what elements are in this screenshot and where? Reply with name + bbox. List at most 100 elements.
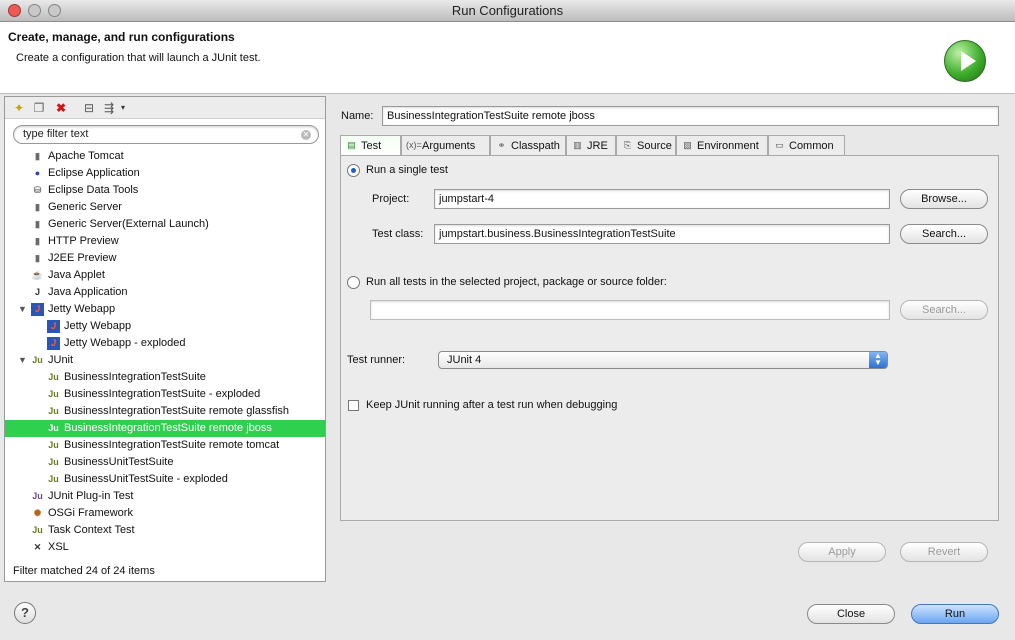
expand-arrow-icon[interactable]: ▼	[18, 301, 27, 318]
revert-button[interactable]: Revert	[900, 542, 988, 562]
tree-item[interactable]: ▮ Generic Server(External Launch)	[5, 216, 325, 233]
junit-icon: Ju	[48, 457, 59, 467]
server-icon: ▮	[35, 219, 40, 229]
tab-label: Test	[361, 140, 382, 152]
tab-arguments[interactable]: (x)= Arguments	[401, 135, 490, 155]
tree-item[interactable]: J Jetty Webapp - exploded	[5, 335, 325, 352]
tree-item-label: JUnit Plug-in Test	[48, 490, 134, 502]
tab-label: Environment	[697, 140, 759, 152]
project-field[interactable]: jumpstart-4	[434, 189, 890, 209]
delete-icon[interactable]: ✖	[53, 100, 69, 116]
close-window-icon[interactable]	[8, 4, 21, 17]
browse-button[interactable]: Browse...	[900, 189, 988, 209]
tree-item[interactable]: ✺ OSGi Framework	[5, 505, 325, 522]
tab-common[interactable]: ▭ Common	[768, 135, 845, 155]
applet-icon: ☕	[31, 270, 44, 280]
window-title: Run Configurations	[451, 3, 564, 18]
eclipse-icon: ●	[34, 168, 41, 178]
tree-item[interactable]: Ju BusinessUnitTestSuite	[5, 454, 325, 471]
minimize-window-icon[interactable]	[28, 4, 41, 17]
tree-item-label: Eclipse Data Tools	[48, 184, 139, 196]
name-field[interactable]: BusinessIntegrationTestSuite remote jbos…	[382, 106, 999, 126]
junit-icon: Ju	[48, 372, 59, 382]
tree-item-label: Generic Server(External Launch)	[48, 218, 209, 230]
tree-item[interactable]: Ju BusinessIntegrationTestSuite - explode…	[5, 386, 325, 403]
test-runner-label: Test runner:	[347, 354, 406, 366]
junit-plugin-icon: Ju	[32, 491, 43, 501]
close-button[interactable]: Close	[807, 604, 895, 624]
tree-item-label: BusinessUnitTestSuite - exploded	[64, 473, 228, 485]
common-icon: ▭	[775, 140, 784, 150]
tab-label: Arguments	[422, 140, 476, 152]
source-icon: ⎘	[623, 140, 632, 150]
tree-item[interactable]: J Java Application	[5, 284, 325, 301]
tree-item[interactable]: J Jetty Webapp	[5, 318, 325, 335]
tree-item-label: BusinessUnitTestSuite	[64, 456, 174, 468]
tab-source[interactable]: ⎘ Source	[616, 135, 676, 155]
tree-item[interactable]: ✕ XSL	[5, 539, 325, 556]
environment-icon: ▧	[683, 140, 692, 150]
tree-item[interactable]: Ju Task Context Test	[5, 522, 325, 539]
tree-item[interactable]: ⛁ Eclipse Data Tools	[5, 182, 325, 199]
tree-item[interactable]: Ju BusinessIntegrationTestSuite remote to…	[5, 437, 325, 454]
tree-item[interactable]: ▼ Ju JUnit	[5, 352, 325, 369]
tab-environment[interactable]: ▧ Environment	[676, 135, 768, 155]
tree-item[interactable]: Ju BusinessIntegrationTestSuite remote jb…	[5, 420, 325, 437]
name-label: Name:	[341, 110, 374, 122]
tree-item-label: BusinessIntegrationTestSuite remote tomc…	[64, 439, 280, 451]
tree-item[interactable]: Ju BusinessIntegrationTestSuite	[5, 369, 325, 386]
tab-jre[interactable]: ▥ JRE	[566, 135, 616, 155]
help-icon[interactable]: ?	[14, 602, 36, 624]
tree-item-label: Generic Server	[48, 201, 122, 213]
tree-item[interactable]: Ju BusinessUnitTestSuite - exploded	[5, 471, 325, 488]
run-single-test-radio[interactable]	[347, 164, 360, 177]
run-button[interactable]: Run	[911, 604, 999, 624]
junit-icon: Ju	[48, 440, 59, 450]
jetty-icon: J	[47, 337, 60, 350]
server-icon: ▮	[35, 253, 40, 263]
test-class-field[interactable]: jumpstart.business.BusinessIntegrationTe…	[434, 224, 890, 244]
xsl-icon: ✕	[33, 542, 42, 552]
title-bar: Run Configurations	[0, 0, 1015, 22]
tree-item[interactable]: Ju JUnit Plug-in Test	[5, 488, 325, 505]
tree-item[interactable]: ▮ Apache Tomcat	[5, 148, 325, 165]
tree-item[interactable]: ▼ J Jetty Webapp	[5, 301, 325, 318]
tree-item-label: HTTP Preview	[48, 235, 119, 247]
list-toolbar: ✦ ❐ ✖ ⊟ ⇶ ▾	[5, 97, 325, 119]
project-label: Project:	[372, 193, 410, 205]
tree-item-label: OSGi Framework	[48, 507, 133, 519]
search-container-button[interactable]: Search...	[900, 300, 988, 320]
tab-test[interactable]: ▤ Test	[340, 135, 401, 156]
keep-junit-running-label: Keep JUnit running after a test run when…	[366, 399, 618, 411]
tab-classpath[interactable]: ⚭ Classpath	[490, 135, 566, 155]
zoom-window-icon[interactable]	[48, 4, 61, 17]
jetty-icon: J	[47, 320, 60, 333]
container-field[interactable]	[370, 300, 890, 320]
filter-menu-chevron-icon[interactable]: ▾	[115, 100, 131, 116]
junit-icon: Ju	[32, 525, 43, 535]
tree-item-label: Apache Tomcat	[48, 150, 124, 162]
tree-item[interactable]: ▮ J2EE Preview	[5, 250, 325, 267]
tree-item[interactable]: Ju BusinessIntegrationTestSuite remote gl…	[5, 403, 325, 420]
tree-item-label: BusinessIntegrationTestSuite	[64, 371, 206, 383]
tree-item[interactable]: ● Eclipse Application	[5, 165, 325, 182]
collapse-all-icon[interactable]: ⊟	[81, 100, 97, 116]
select-updown-icon[interactable]: ▲ ▼	[869, 352, 887, 368]
duplicate-icon[interactable]: ❐	[31, 100, 47, 116]
apply-button[interactable]: Apply	[798, 542, 886, 562]
tree-item-label: Java Application	[48, 286, 128, 298]
test-runner-select[interactable]: JUnit 4	[438, 351, 888, 369]
expand-arrow-icon[interactable]: ▼	[18, 352, 27, 369]
new-configuration-icon[interactable]: ✦	[11, 100, 27, 116]
keep-junit-running-checkbox[interactable]	[348, 400, 359, 411]
tree-item[interactable]: ▮ HTTP Preview	[5, 233, 325, 250]
run-all-tests-radio[interactable]	[347, 276, 360, 289]
tree-item-label: BusinessIntegrationTestSuite remote glas…	[64, 405, 290, 417]
tree-item[interactable]: ☕ Java Applet	[5, 267, 325, 284]
osgi-icon: ✺	[33, 508, 42, 518]
server-icon: ▮	[35, 202, 40, 212]
search-button[interactable]: Search...	[900, 224, 988, 244]
filter-input[interactable]: type filter text	[13, 125, 319, 144]
clear-filter-icon[interactable]: ✕	[301, 130, 311, 140]
tree-item[interactable]: ▮ Generic Server	[5, 199, 325, 216]
